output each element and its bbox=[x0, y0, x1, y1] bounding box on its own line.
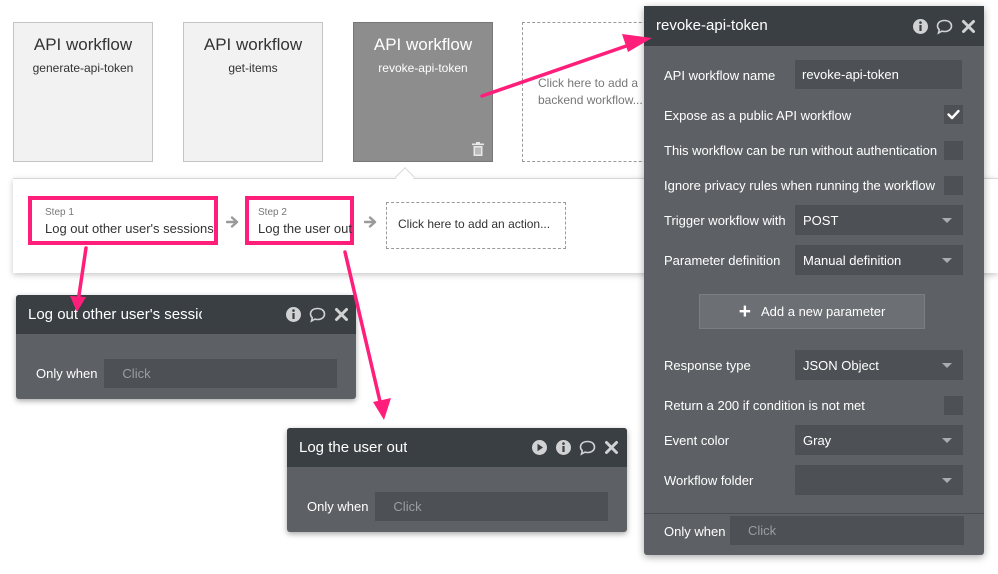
comment-icon[interactable] bbox=[579, 439, 596, 456]
return-200-label: Return a 200 if condition is not met bbox=[664, 398, 865, 413]
chevron-down-icon bbox=[942, 363, 952, 368]
workflow-card-title: API workflow bbox=[203, 35, 303, 54]
event-color-label: Event color bbox=[664, 433, 730, 448]
no-auth-label: This workflow can be run without authent… bbox=[664, 143, 938, 158]
only-when-row: Only when Click bbox=[36, 359, 338, 388]
add-backend-workflow-button[interactable]: Click here to add a backend workflow... bbox=[522, 22, 662, 162]
step-1-log-out-other-sessions[interactable]: Step 1 Log out other user's sessions bbox=[28, 196, 218, 245]
workflow-card-get-items[interactable]: API workflow get-items bbox=[183, 22, 323, 162]
chevron-down-icon bbox=[942, 478, 952, 483]
workflow-property-editor: revoke-api-token API workflow name revok… bbox=[644, 6, 984, 555]
ignore-privacy-checkbox[interactable] bbox=[944, 176, 963, 195]
expose-public-checkbox[interactable] bbox=[944, 105, 963, 124]
return-200-checkbox[interactable] bbox=[944, 396, 963, 415]
workflow-card-generate-api-token[interactable]: API workflow generate-api-token bbox=[13, 22, 153, 162]
only-when-label: Only when bbox=[664, 524, 726, 539]
event-color-select[interactable]: Gray bbox=[795, 425, 963, 455]
close-icon[interactable] bbox=[603, 439, 620, 456]
add-parameter-button[interactable]: + Add a new parameter bbox=[699, 294, 925, 329]
api-workflow-name-input[interactable]: revoke-api-token bbox=[795, 60, 962, 89]
step-name: Log out other user's sessions bbox=[45, 221, 214, 236]
info-icon[interactable] bbox=[912, 18, 929, 35]
trigger-method-select[interactable]: POST bbox=[795, 205, 963, 235]
action-editor-log-the-user-out: Log the user out Only when Click bbox=[287, 428, 627, 532]
add-action-button[interactable]: Click here to add an action... bbox=[386, 202, 566, 249]
workflow-card-revoke-api-token[interactable]: API workflow revoke-api-token bbox=[353, 22, 493, 162]
popup-header-icons bbox=[285, 306, 350, 323]
only-when-row: Only when Click bbox=[307, 492, 609, 521]
step-name: Log the user out bbox=[258, 221, 352, 236]
response-type-label: Response type bbox=[664, 358, 751, 373]
popup-header-icons bbox=[531, 439, 620, 456]
no-auth-checkbox[interactable] bbox=[944, 141, 963, 160]
only-when-input[interactable]: Click bbox=[730, 516, 964, 545]
step-number: Step 2 bbox=[258, 207, 287, 218]
editor-title: revoke-api-token bbox=[656, 17, 768, 34]
only-when-input[interactable]: Click bbox=[104, 359, 338, 388]
editor-divider bbox=[644, 513, 984, 514]
info-icon[interactable] bbox=[555, 439, 572, 456]
workflow-card-name: revoke-api-token bbox=[378, 61, 468, 75]
only-when-input[interactable]: Click bbox=[375, 492, 609, 521]
run-icon[interactable] bbox=[531, 439, 548, 456]
chevron-down-icon bbox=[942, 258, 952, 263]
only-when-label: Only when bbox=[307, 499, 369, 514]
ignore-privacy-label: Ignore privacy rules when running the wo… bbox=[664, 178, 935, 193]
popup-title: Log the user out bbox=[299, 439, 408, 456]
workflow-card-name: get-items bbox=[228, 61, 278, 75]
workflow-card-name: generate-api-token bbox=[32, 61, 134, 75]
trigger-method-value: POST bbox=[803, 213, 839, 228]
only-when-label: Only when bbox=[36, 366, 98, 381]
comment-icon[interactable] bbox=[309, 306, 326, 323]
response-type-value: JSON Object bbox=[803, 358, 879, 373]
parameter-definition-label: Parameter definition bbox=[664, 253, 781, 268]
close-icon[interactable] bbox=[333, 306, 350, 323]
api-workflow-name-label: API workflow name bbox=[664, 68, 776, 83]
parameter-definition-select[interactable]: Manual definition bbox=[795, 245, 963, 275]
event-color-value: Gray bbox=[803, 433, 832, 448]
workflow-card-title: API workflow bbox=[373, 35, 473, 54]
step-2-log-the-user-out[interactable]: Step 2 Log the user out bbox=[245, 196, 354, 245]
step-number: Step 1 bbox=[45, 207, 74, 218]
chevron-down-icon bbox=[942, 218, 952, 223]
workflow-folder-select[interactable] bbox=[795, 465, 963, 495]
step-arrow-icon bbox=[226, 216, 239, 228]
arrowhead-icon bbox=[373, 398, 391, 420]
plus-icon: + bbox=[738, 300, 751, 323]
parameter-definition-value: Manual definition bbox=[803, 253, 902, 268]
action-editor-log-out-other-sessions: Log out other user's sessions Only when … bbox=[16, 295, 356, 399]
popup-title: Log out other user's sessions bbox=[28, 306, 202, 323]
checkmark-icon bbox=[947, 109, 960, 120]
comment-icon[interactable] bbox=[936, 18, 953, 35]
editor-header-icons bbox=[912, 18, 977, 35]
trash-icon[interactable] bbox=[472, 142, 484, 156]
trigger-method-label: Trigger workflow with bbox=[664, 213, 786, 228]
workflow-card-title: API workflow bbox=[33, 35, 133, 54]
info-icon[interactable] bbox=[285, 306, 302, 323]
add-parameter-label: Add a new parameter bbox=[760, 304, 886, 319]
workflow-folder-label: Workflow folder bbox=[664, 473, 754, 488]
add-workflow-hint-line2: backend workflow... bbox=[538, 93, 643, 108]
close-icon[interactable] bbox=[960, 18, 977, 35]
add-workflow-hint-line1: Click here to add a bbox=[538, 76, 639, 90]
step-arrow-icon bbox=[364, 216, 377, 228]
chevron-down-icon bbox=[942, 438, 952, 443]
response-type-select[interactable]: JSON Object bbox=[795, 350, 963, 380]
expose-public-label: Expose as a public API workflow bbox=[664, 108, 852, 123]
